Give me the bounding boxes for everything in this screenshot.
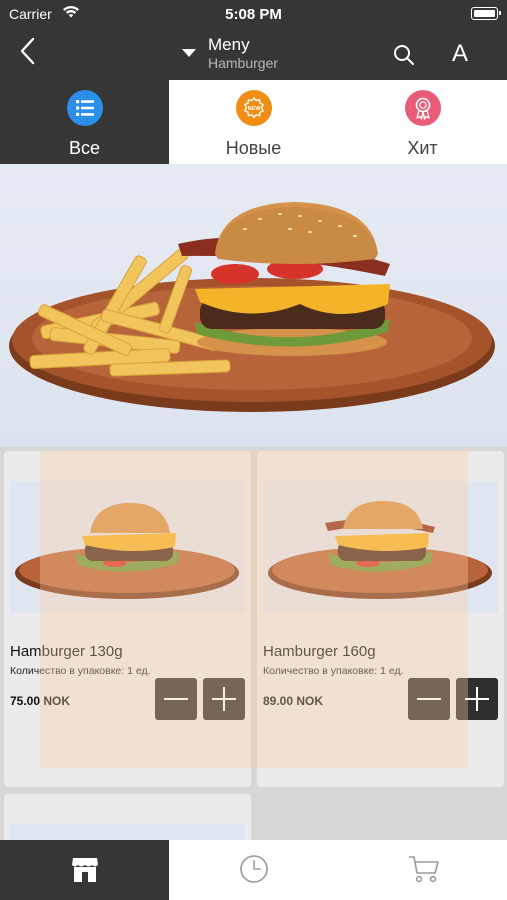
navigation-bar: Carrier 5:08 PM Meny Hamburger A bbox=[0, 0, 507, 80]
clock-time: 5:08 PM bbox=[225, 6, 282, 23]
category-hero-image bbox=[0, 164, 507, 447]
product-image bbox=[10, 481, 245, 613]
back-button[interactable] bbox=[18, 36, 46, 68]
bottom-tab-bar bbox=[0, 840, 507, 900]
store-icon bbox=[71, 858, 98, 882]
burger-fries-illustration bbox=[9, 202, 495, 412]
caret-down-icon bbox=[182, 49, 196, 57]
clock-icon bbox=[239, 855, 268, 883]
product-package-qty: Количество в упаковке: 1 ед. bbox=[10, 665, 151, 677]
product-name: Hamburger 130g bbox=[10, 643, 123, 660]
product-image bbox=[10, 824, 245, 840]
page-subtitle: Hamburger bbox=[208, 55, 279, 71]
filter-tabs: Все NEW Новые Хит bbox=[0, 80, 507, 164]
product-price: 89.00 NOK bbox=[263, 694, 324, 708]
status-bar: Carrier 5:08 PM bbox=[0, 0, 507, 28]
tab-new[interactable]: NEW Новые bbox=[169, 80, 338, 164]
tab-hit-label: Хит bbox=[407, 138, 438, 158]
decrease-quantity-button[interactable] bbox=[408, 678, 450, 720]
font-size-button[interactable]: A bbox=[452, 40, 468, 68]
product-card[interactable]: Hamburger 160g Количество в упаковке: 1 … bbox=[257, 451, 504, 787]
product-card[interactable] bbox=[4, 794, 251, 840]
search-icon bbox=[394, 45, 414, 65]
cart-icon bbox=[408, 856, 439, 883]
battery-icon bbox=[471, 7, 501, 20]
page-title: Meny bbox=[208, 35, 250, 54]
search-button[interactable] bbox=[392, 43, 416, 67]
product-price: 75.00 NOK bbox=[10, 694, 71, 708]
award-ribbon-icon bbox=[404, 90, 441, 126]
tab-hit[interactable]: Хит bbox=[338, 80, 507, 164]
tab-all[interactable]: Все bbox=[0, 80, 169, 164]
chevron-left-icon bbox=[20, 37, 35, 65]
product-image bbox=[263, 481, 498, 613]
svg-text:NEW: NEW bbox=[247, 106, 261, 112]
tab-store[interactable] bbox=[0, 840, 169, 900]
increase-quantity-button[interactable] bbox=[203, 678, 245, 720]
tab-cart[interactable] bbox=[338, 840, 507, 900]
product-name: Hamburger 160g bbox=[263, 643, 376, 660]
product-package-qty: Количество в упаковке: 1 ед. bbox=[263, 665, 404, 677]
increase-quantity-button[interactable] bbox=[456, 678, 498, 720]
tab-all-label: Все bbox=[68, 138, 101, 158]
new-badge-icon: NEW bbox=[235, 90, 272, 126]
decrease-quantity-button[interactable] bbox=[155, 678, 197, 720]
product-grid: Hamburger 130g Количество в упаковке: 1 … bbox=[0, 447, 507, 840]
list-icon bbox=[66, 90, 103, 126]
tab-new-label: Новые bbox=[225, 138, 282, 158]
tab-history[interactable] bbox=[169, 840, 338, 900]
product-card[interactable]: Hamburger 130g Количество в упаковке: 1 … bbox=[4, 451, 251, 787]
